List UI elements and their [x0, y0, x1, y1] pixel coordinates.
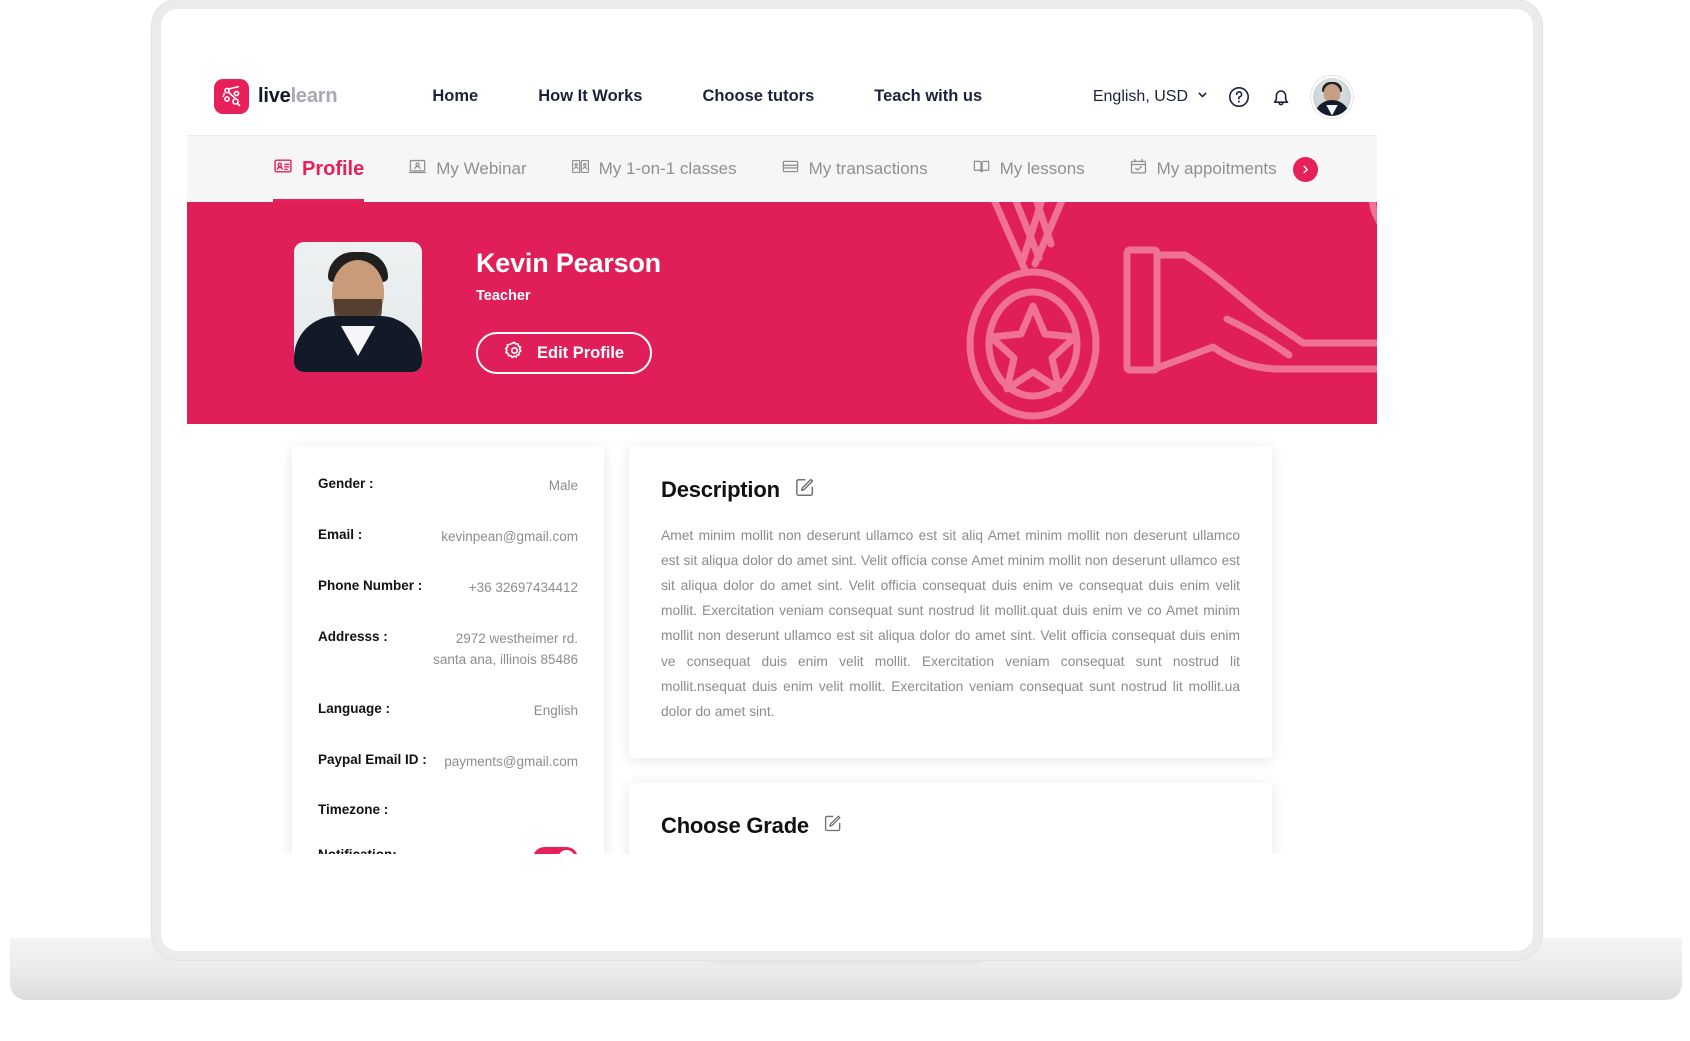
tab-my-1on1-classes[interactable]: My 1-on-1 classes	[571, 136, 737, 202]
top-navigation-bar: livelearn Home How It Works Choose tutor…	[187, 57, 1377, 136]
choose-grade-header: Choose Grade	[661, 813, 1240, 839]
tab-my-transactions-label: My transactions	[808, 159, 928, 178]
info-value-phone: +36 32697434412	[468, 579, 578, 595]
two-people-icon	[571, 157, 590, 181]
nav-link-choose-tutors[interactable]: Choose tutors	[672, 87, 844, 106]
language-currency-label: English, USD	[1092, 87, 1188, 105]
edit-profile-button[interactable]: Edit Profile	[476, 332, 653, 374]
main-content: Gender : Male Email : kevinpean@gmail.co…	[187, 424, 1377, 854]
profile-role: Teacher	[476, 288, 531, 304]
tab-my-appointments[interactable]: My appoitments	[1129, 136, 1277, 202]
edit-pencil-icon[interactable]	[823, 813, 843, 838]
info-row-email: Email : kevinpean@gmail.com	[318, 527, 578, 548]
tab-my-transactions[interactable]: My transactions	[781, 136, 928, 202]
calendar-check-icon	[1129, 157, 1148, 181]
chevron-right-icon	[1303, 165, 1308, 173]
description-header: Description	[661, 476, 1240, 503]
tab-my-1on1-classes-label: My 1-on-1 classes	[598, 159, 737, 178]
profile-name: Kevin Pearson	[476, 248, 661, 278]
info-label-gender: Gender :	[318, 476, 374, 491]
main-menu: Home How It Works Choose tutors Teach wi…	[402, 87, 1012, 106]
brand-name-part2: learn	[290, 84, 338, 107]
transaction-card-icon	[781, 157, 800, 181]
info-label-notification: Notification:	[318, 847, 397, 854]
description-card: Description Amet minim mollit non deseru…	[629, 446, 1272, 758]
choose-grade-card: Choose Grade	[629, 782, 1272, 854]
webinar-screen-icon	[408, 157, 427, 181]
info-value-email: kevinpean@gmail.com	[441, 528, 578, 544]
info-value-gender: Male	[548, 478, 578, 493]
tab-profile[interactable]: Profile	[273, 136, 365, 202]
tabs-next-button[interactable]	[1292, 156, 1318, 182]
bell-icon[interactable]	[1269, 85, 1293, 109]
info-value-address: 2972 westheimer rd. santa ana, illinois …	[433, 630, 578, 667]
description-title: Description	[661, 476, 780, 502]
info-row-address: Addresss : 2972 westheimer rd. santa ana…	[318, 629, 578, 671]
profile-tab-bar: Profile My Webinar My 1-on-1 classes My …	[187, 136, 1377, 202]
nav-link-how-it-works[interactable]: How It Works	[508, 87, 672, 106]
info-row-phone: Phone Number : +36 32697434412	[318, 578, 578, 599]
description-text: Amet minim mollit non deserunt ullamco e…	[661, 528, 1240, 719]
notification-toggle[interactable]	[533, 847, 578, 854]
info-row-language: Language : English	[318, 701, 578, 722]
tab-my-appointments-label: My appoitments	[1156, 159, 1277, 178]
info-value-language: English	[533, 702, 578, 718]
info-label-address: Addresss :	[318, 628, 388, 644]
nav-link-home[interactable]: Home	[402, 87, 508, 106]
profile-photo	[294, 242, 422, 372]
info-row-paypal-email: Paypal Email ID : payments@gmail.com	[318, 752, 578, 773]
tab-my-webinar[interactable]: My Webinar	[408, 136, 527, 202]
tab-my-lessons[interactable]: My lessons	[972, 136, 1085, 202]
info-label-email: Email :	[318, 526, 363, 542]
info-label-phone: Phone Number :	[318, 577, 423, 593]
hero-content: Kevin Pearson Teacher Edit Profile	[187, 202, 1377, 374]
question-circle-icon[interactable]	[1227, 85, 1251, 109]
edit-profile-label: Edit Profile	[537, 343, 625, 362]
brand-name-part1: live	[258, 84, 291, 107]
tab-my-lessons-label: My lessons	[999, 159, 1085, 178]
info-row-timezone: Timezone :	[318, 802, 578, 817]
notification-toggle-knob	[558, 850, 575, 854]
hero-text-block: Kevin Pearson Teacher Edit Profile	[476, 242, 661, 374]
nav-right-group: English, USD	[1093, 57, 1353, 136]
livelearn-network-logo-icon	[214, 78, 249, 114]
info-row-gender: Gender : Male	[318, 476, 578, 497]
profile-hero-banner: Kevin Pearson Teacher Edit Profile	[187, 202, 1377, 424]
choose-grade-title: Choose Grade	[661, 812, 809, 838]
tab-my-webinar-label: My Webinar	[436, 159, 527, 178]
brand-name: livelearn	[258, 84, 338, 108]
language-currency-selector[interactable]: English, USD	[1093, 88, 1209, 106]
nav-link-teach-with-us[interactable]: Teach with us	[844, 87, 1012, 106]
info-label-paypal-email: Paypal Email ID :	[318, 751, 427, 767]
info-value-paypal-email: payments@gmail.com	[444, 753, 578, 769]
profile-info-card: Gender : Male Email : kevinpean@gmail.co…	[292, 446, 604, 854]
user-avatar[interactable]	[1311, 75, 1353, 118]
id-card-icon	[273, 156, 293, 182]
browser-viewport: livelearn Home How It Works Choose tutor…	[187, 57, 1377, 854]
right-column: Description Amet minim mollit non deseru…	[629, 446, 1272, 854]
info-label-timezone: Timezone :	[318, 802, 389, 818]
edit-pencil-icon[interactable]	[794, 476, 816, 503]
info-row-notification: Notification:	[318, 847, 578, 854]
tab-profile-label: Profile	[302, 157, 365, 180]
gear-icon	[504, 340, 525, 366]
info-label-language: Language :	[318, 700, 391, 716]
chevron-down-icon	[1196, 88, 1209, 106]
brand-logo[interactable]: livelearn	[214, 78, 338, 114]
open-book-icon	[972, 157, 991, 181]
